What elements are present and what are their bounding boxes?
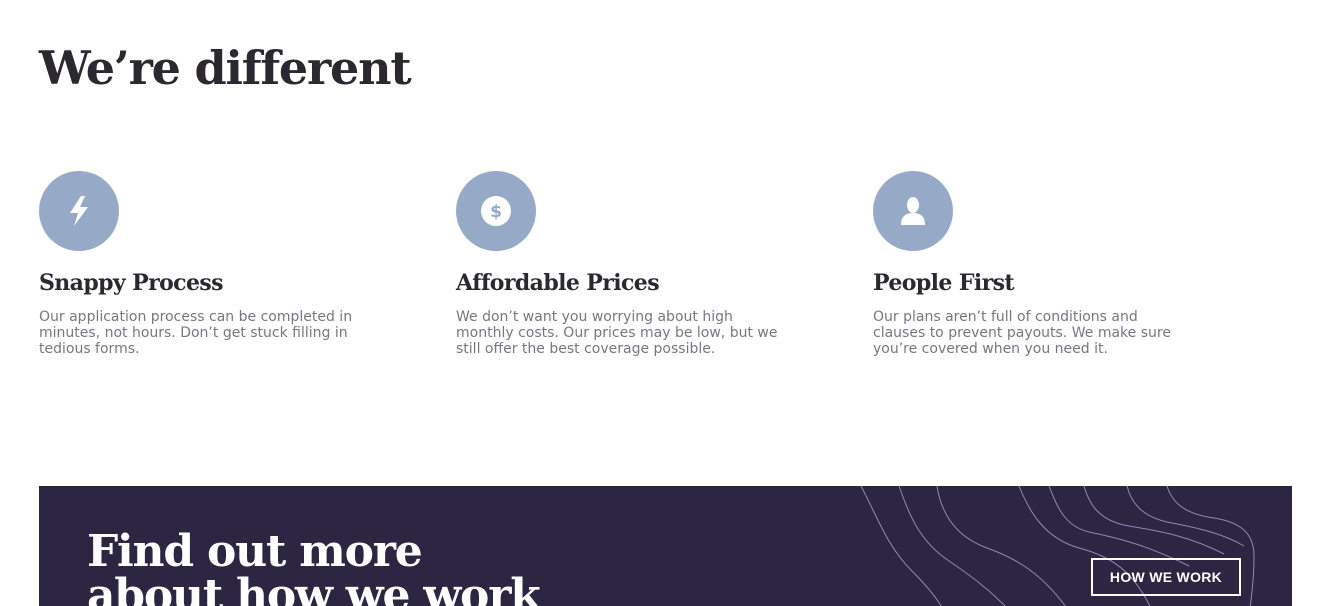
feature-description-line: Our application process can be completed… (39, 309, 353, 325)
feature-description-line: you’re covered when you need it. (873, 341, 1108, 357)
feature-affordable-prices: $ Affordable Prices We don’t want you wo… (456, 171, 816, 357)
cta-banner: Find out more about how we work HOW WE W… (39, 486, 1292, 606)
feature-people-first: People First Our plans aren’t full of co… (873, 171, 1233, 357)
feature-heading: People First (873, 270, 1015, 296)
feature-heading: Snappy Process (39, 270, 224, 296)
cta-heading-line: Find out more (87, 526, 423, 577)
feature-description-line: We don’t want you worrying about high (456, 309, 733, 325)
feature-description: We don’t want you worrying about high mo… (456, 309, 816, 357)
feature-description-line: minutes, not hours. Don’t get stuck fill… (39, 325, 348, 341)
person-icon (873, 171, 953, 251)
feature-heading: Affordable Prices (456, 270, 660, 296)
feature-description: Our plans aren’t full of conditions and … (873, 309, 1233, 357)
svg-text:$: $ (490, 202, 502, 222)
cta-heading: Find out more about how we work (87, 530, 607, 606)
dollar-icon: $ (456, 171, 536, 251)
how-we-work-button[interactable]: HOW WE WORK (1091, 558, 1241, 596)
lightning-icon (39, 171, 119, 251)
feature-description-line: still offer the best coverage possible. (456, 341, 716, 357)
feature-snappy-process: Snappy Process Our application process c… (39, 171, 399, 357)
feature-description-line: tedious forms. (39, 341, 140, 357)
feature-description-line: monthly costs. Our prices may be low, bu… (456, 325, 778, 341)
cta-heading-line: about how we work (87, 570, 541, 606)
page-title: We’re different (39, 41, 412, 95)
feature-description: Our application process can be completed… (39, 309, 399, 357)
feature-description-line: Our plans aren’t full of conditions and (873, 309, 1138, 325)
feature-description-line: clauses to prevent payouts. We make sure (873, 325, 1171, 341)
